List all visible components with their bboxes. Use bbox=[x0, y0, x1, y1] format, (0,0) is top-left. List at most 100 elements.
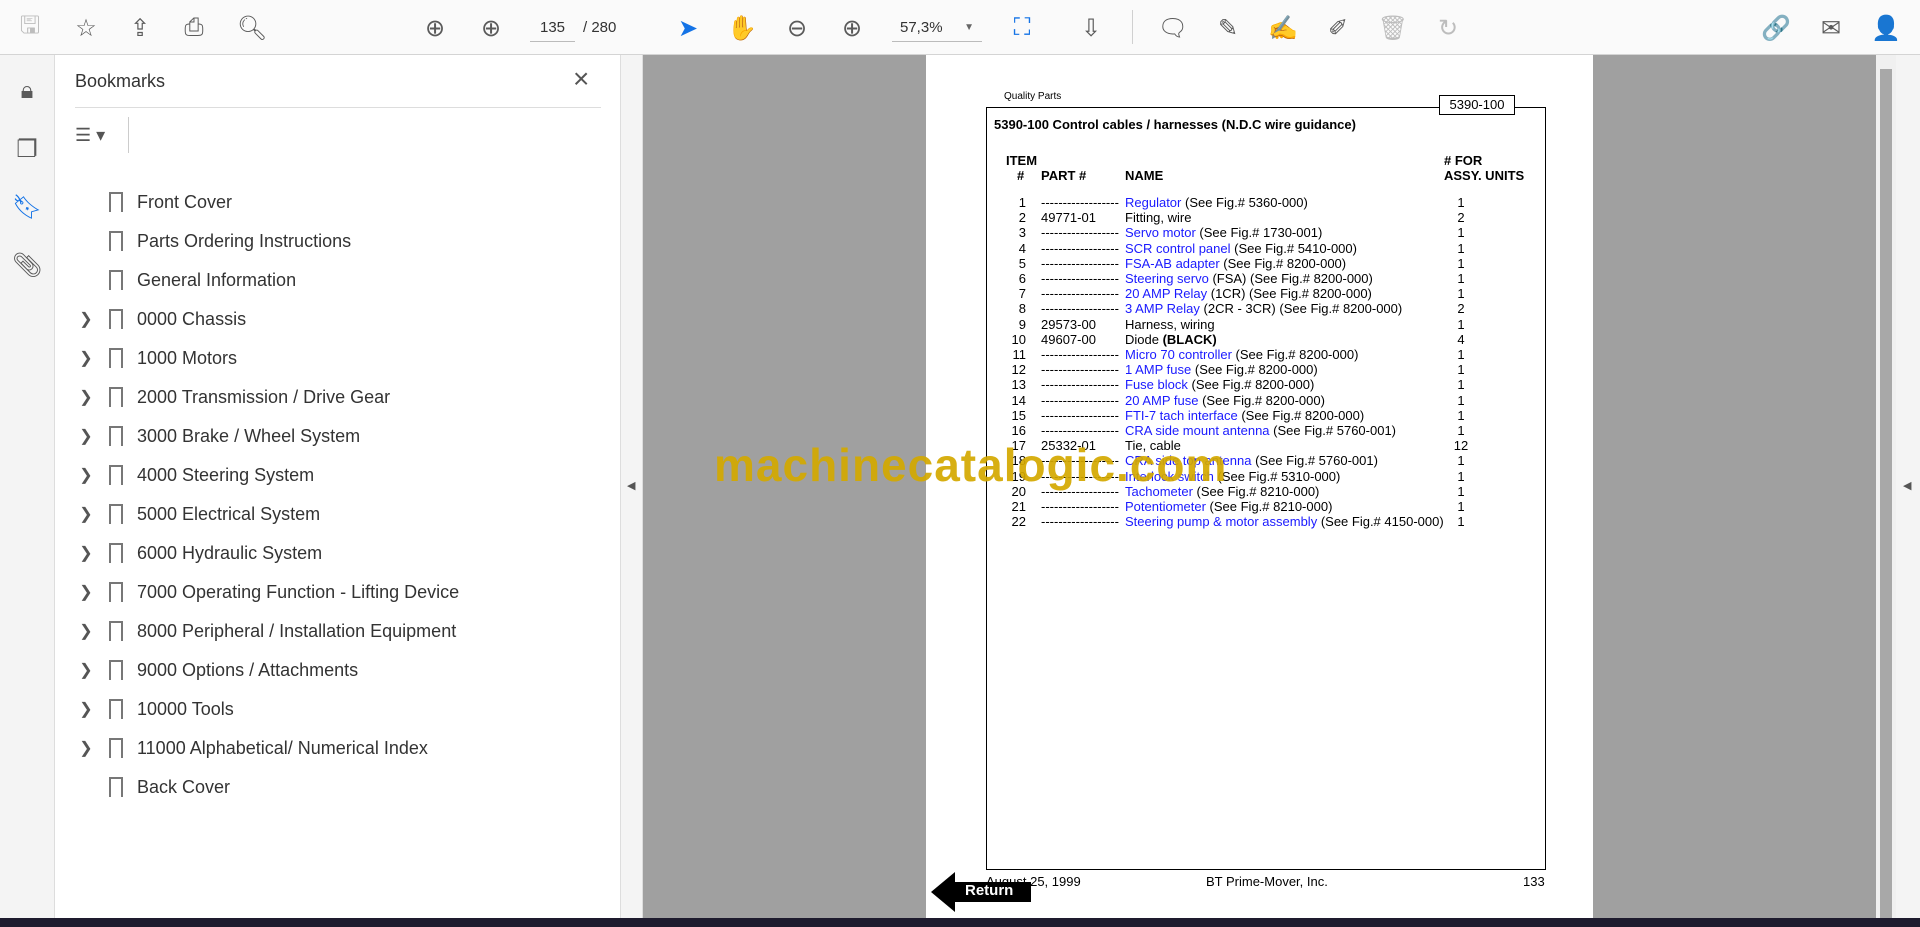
bookmark-item[interactable]: Front Cover bbox=[75, 187, 595, 217]
part-link[interactable]: 3 AMP Relay bbox=[1125, 301, 1200, 316]
footer-company: BT Prime-Mover, Inc. bbox=[1206, 874, 1328, 889]
part-link[interactable]: CRA side mount antenna bbox=[1125, 423, 1270, 438]
part-link[interactable]: FSA-AB adapter bbox=[1125, 256, 1220, 271]
part-link[interactable]: Regulator bbox=[1125, 195, 1181, 210]
close-icon[interactable]: × bbox=[573, 63, 589, 95]
part-number: ------------------ bbox=[1041, 225, 1119, 241]
hand-tool-icon[interactable]: ✋ bbox=[726, 12, 758, 44]
chevron-right-icon[interactable]: ❯ bbox=[75, 309, 97, 329]
panel-collapse-handle[interactable]: ◀ bbox=[621, 55, 643, 918]
item-number: 16 bbox=[1011, 423, 1026, 438]
collapse-left-icon: ◀ bbox=[627, 480, 636, 492]
part-link[interactable]: Micro 70 controller bbox=[1125, 347, 1232, 362]
comment-icon[interactable]: 🗨 bbox=[1157, 12, 1189, 44]
bookmark-star-icon[interactable]: ☆ bbox=[70, 12, 102, 44]
table-row: 10 49607-00 Diode (BLACK) 4 bbox=[926, 332, 1593, 347]
zoom-in-icon[interactable]: ⊕ bbox=[836, 12, 868, 44]
bookmark-item[interactable]: ❯ 6000 Hydraulic System bbox=[75, 538, 595, 568]
quantity: 1 bbox=[1457, 453, 1465, 469]
bookmarks-icon[interactable]: 🔖︎ bbox=[12, 193, 42, 223]
scrollbar-thumb[interactable] bbox=[1880, 69, 1892, 918]
chevron-right-icon[interactable]: ❯ bbox=[75, 426, 97, 446]
find-search-icon[interactable]: 🔍︎ bbox=[236, 12, 268, 44]
bookmark-item[interactable]: ❯ 11000 Alphabetical/ Numerical Index bbox=[75, 733, 595, 763]
bookmark-flag-icon bbox=[109, 660, 123, 682]
share-link-icon[interactable]: 🔗 bbox=[1760, 12, 1792, 44]
scroll-mode-icon[interactable]: ⇩ bbox=[1075, 12, 1107, 44]
chevron-right-icon[interactable]: ❯ bbox=[75, 582, 97, 602]
part-name-cell: FSA-AB adapter (See Fig.# 8200-000) bbox=[1125, 256, 1346, 271]
part-name-cell: Steering pump & motor assembly (See Fig.… bbox=[1125, 514, 1444, 529]
bookmark-item[interactable]: General Information bbox=[75, 265, 595, 295]
delete-trash-icon[interactable]: 🗑 bbox=[1377, 12, 1409, 44]
next-page-icon[interactable]: ⊕ bbox=[475, 12, 507, 44]
fit-page-icon[interactable]: ⛶ bbox=[1006, 12, 1038, 44]
col-header-hash: # bbox=[1017, 168, 1025, 183]
bookmark-flag-icon bbox=[109, 621, 123, 643]
save-icon[interactable]: 🖫 bbox=[14, 12, 46, 44]
bookmark-item[interactable]: ❯ 9000 Options / Attachments bbox=[75, 655, 595, 685]
chevron-right-icon[interactable]: ❯ bbox=[75, 738, 97, 758]
highlight-pen-icon[interactable]: ✎ bbox=[1212, 12, 1244, 44]
print-icon[interactable]: ⎙ bbox=[178, 12, 210, 44]
bookmark-item[interactable]: ❯ 5000 Electrical System bbox=[75, 499, 595, 529]
part-link[interactable]: 1 AMP fuse bbox=[1125, 362, 1191, 377]
chevron-right-icon[interactable]: ❯ bbox=[75, 543, 97, 563]
part-link[interactable]: Servo motor bbox=[1125, 225, 1196, 240]
item-number: 2 bbox=[1018, 210, 1026, 226]
page-thumbnails-icon[interactable]: ❐ bbox=[12, 135, 42, 165]
part-link[interactable]: Potentiometer bbox=[1125, 499, 1206, 514]
attachments-paperclip-icon[interactable]: 📎︎ bbox=[12, 251, 42, 281]
quantity: 1 bbox=[1457, 377, 1465, 393]
header-label: Quality Parts bbox=[1004, 91, 1062, 102]
part-link[interactable]: Steering servo bbox=[1125, 271, 1209, 286]
lock-icon[interactable]: 🔒︎ bbox=[12, 77, 42, 107]
bookmark-item[interactable]: ❯ 8000 Peripheral / Installation Equipmen… bbox=[75, 616, 595, 646]
bookmark-item[interactable]: ❯ 2000 Transmission / Drive Gear bbox=[75, 382, 595, 412]
email-icon[interactable]: ✉ bbox=[1815, 12, 1847, 44]
bookmark-item[interactable]: ❯ 4000 Steering System bbox=[75, 460, 595, 490]
part-link[interactable]: Steering pump & motor assembly bbox=[1125, 514, 1317, 529]
chevron-right-icon[interactable]: ❯ bbox=[75, 660, 97, 680]
add-user-icon[interactable]: 👤 bbox=[1870, 12, 1902, 44]
bookmark-options-button[interactable]: ☰ ▾ bbox=[75, 119, 125, 151]
chevron-right-icon[interactable]: ❯ bbox=[75, 348, 97, 368]
figure-reference: (FSA) (See Fig.# 8200-000) bbox=[1208, 271, 1373, 286]
part-link[interactable]: Fuse block bbox=[1125, 377, 1188, 392]
chevron-right-icon[interactable]: ❯ bbox=[75, 504, 97, 524]
zoom-select[interactable]: 57,3% ▼ bbox=[892, 14, 982, 42]
redo-rotate-icon[interactable]: ↻ bbox=[1432, 12, 1464, 44]
right-panel-toggle[interactable]: ◀ bbox=[1896, 55, 1920, 918]
page-number-input[interactable]: 135 bbox=[530, 14, 575, 42]
bookmark-item[interactable]: ❯ 10000 Tools bbox=[75, 694, 595, 724]
upload-cloud-icon[interactable]: ⇪ bbox=[124, 12, 156, 44]
select-cursor-icon[interactable]: ➤ bbox=[672, 12, 704, 44]
quantity: 1 bbox=[1457, 499, 1465, 514]
chevron-right-icon[interactable]: ❯ bbox=[75, 621, 97, 641]
chevron-right-icon[interactable]: ❯ bbox=[75, 465, 97, 485]
part-number: 29573-00 bbox=[1041, 316, 1096, 332]
bookmark-item[interactable]: Back Cover bbox=[75, 772, 595, 802]
vertical-scrollbar[interactable] bbox=[1876, 55, 1896, 918]
part-link[interactable]: SCR control panel bbox=[1125, 241, 1231, 256]
bookmark-item[interactable]: ❯ 1000 Motors bbox=[75, 343, 595, 373]
bookmark-item[interactable]: ❯ 0000 Chassis bbox=[75, 304, 595, 334]
bookmark-flag-icon bbox=[109, 309, 123, 331]
sign-icon[interactable]: ✍ bbox=[1267, 12, 1299, 44]
chevron-right-icon[interactable]: ❯ bbox=[75, 699, 97, 719]
bookmark-label: Front Cover bbox=[137, 191, 233, 212]
table-row: 8 ------------------ 3 AMP Relay (2CR - … bbox=[926, 301, 1593, 316]
previous-page-icon[interactable]: ⊕ bbox=[419, 12, 451, 44]
bookmark-item[interactable]: ❯ 7000 Operating Function - Lifting Devic… bbox=[75, 577, 595, 607]
part-link[interactable]: 20 AMP Relay bbox=[1125, 286, 1207, 301]
figure-reference: (See Fig.# 8200-000) bbox=[1198, 392, 1325, 408]
bookmark-item[interactable]: Parts Ordering Instructions bbox=[75, 226, 595, 256]
zoom-out-icon[interactable]: ⊖ bbox=[781, 12, 813, 44]
return-button[interactable]: Return bbox=[931, 872, 1031, 912]
chevron-right-icon[interactable]: ❯ bbox=[75, 387, 97, 407]
edit-text-icon[interactable]: ✐ bbox=[1322, 12, 1354, 44]
part-link[interactable]: 20 AMP fuse bbox=[1125, 393, 1198, 408]
bookmark-item[interactable]: ❯ 3000 Brake / Wheel System bbox=[75, 421, 595, 451]
table-row: 12 ------------------ 1 AMP fuse (See Fi… bbox=[926, 362, 1593, 377]
part-link[interactable]: FTI-7 tach interface bbox=[1125, 408, 1238, 423]
